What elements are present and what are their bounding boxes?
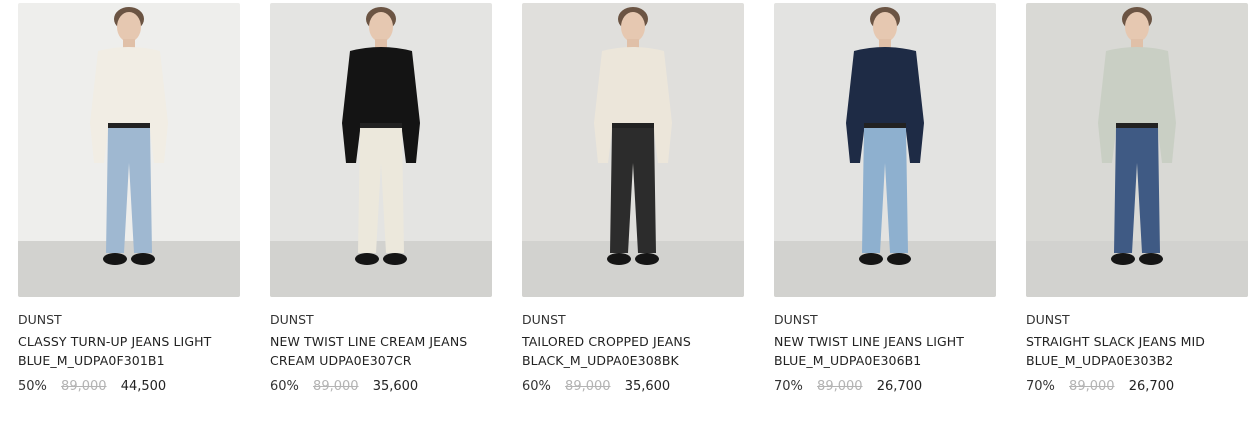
discount-percent: 60% (522, 379, 551, 394)
discount-percent: 70% (1026, 379, 1055, 394)
original-price: 89,000 (817, 379, 863, 394)
brand-name[interactable]: DUNST (1026, 311, 1248, 328)
product-card[interactable]: DUNST TAILORED CROPPED JEANS BLACK_M_UDP… (522, 3, 744, 395)
sale-price: 26,700 (1128, 379, 1175, 394)
product-card[interactable]: DUNST STRAIGHT SLACK JEANS MID BLUE_M_UD… (1026, 3, 1248, 395)
product-title-line-2: BLUE_M_UDPA0E306B1 (774, 353, 922, 368)
model-photo (18, 3, 240, 297)
discount-percent: 70% (774, 379, 803, 394)
discount-percent: 60% (270, 379, 299, 394)
model-photo (774, 3, 996, 297)
product-title-line-2: BLUE_M_UDPA0F301B1 (18, 353, 165, 368)
model-photo (522, 3, 744, 297)
product-title[interactable]: NEW TWIST LINE CREAM JEANS CREAM UDPA0E3… (270, 332, 510, 370)
product-title-line-1: NEW TWIST LINE JEANS LIGHT (774, 334, 965, 349)
brand-name[interactable]: DUNST (522, 311, 744, 328)
model-photo (270, 3, 492, 297)
original-price: 89,000 (61, 379, 107, 394)
product-title-line-1: STRAIGHT SLACK JEANS MID (1026, 334, 1205, 349)
price-row: 60% 89,000 35,600 (270, 378, 492, 395)
sale-price: 44,500 (120, 379, 167, 394)
product-title[interactable]: CLASSY TURN-UP JEANS LIGHT BLUE_M_UDPA0F… (18, 332, 258, 370)
price-row: 70% 89,000 26,700 (1026, 378, 1248, 395)
price-row: 60% 89,000 35,600 (522, 378, 744, 395)
discount-percent: 50% (18, 379, 47, 394)
product-title[interactable]: TAILORED CROPPED JEANS BLACK_M_UDPA0E308… (522, 332, 762, 370)
sale-price: 35,600 (624, 379, 671, 394)
product-image[interactable] (18, 3, 240, 297)
product-title-line-2: BLUE_M_UDPA0E303B2 (1026, 353, 1174, 368)
price-row: 50% 89,000 44,500 (18, 378, 240, 395)
original-price: 89,000 (1069, 379, 1115, 394)
product-image[interactable] (522, 3, 744, 297)
product-title-line-1: CLASSY TURN-UP JEANS LIGHT (18, 334, 212, 349)
product-title-line-1: TAILORED CROPPED JEANS (522, 334, 691, 349)
product-image[interactable] (774, 3, 996, 297)
brand-name[interactable]: DUNST (18, 311, 240, 328)
product-title-line-2: BLACK_M_UDPA0E308BK (522, 353, 679, 368)
original-price: 89,000 (565, 379, 611, 394)
brand-name[interactable]: DUNST (774, 311, 996, 328)
product-card[interactable]: DUNST CLASSY TURN-UP JEANS LIGHT BLUE_M_… (18, 3, 240, 395)
sale-price: 26,700 (876, 379, 923, 394)
product-card[interactable]: DUNST NEW TWIST LINE JEANS LIGHT BLUE_M_… (774, 3, 996, 395)
sale-price: 35,600 (372, 379, 419, 394)
product-title[interactable]: STRAIGHT SLACK JEANS MID BLUE_M_UDPA0E30… (1026, 332, 1254, 370)
brand-name[interactable]: DUNST (270, 311, 492, 328)
product-image[interactable] (1026, 3, 1248, 297)
original-price: 89,000 (313, 379, 359, 394)
product-title[interactable]: NEW TWIST LINE JEANS LIGHT BLUE_M_UDPA0E… (774, 332, 1014, 370)
product-title-line-2: CREAM UDPA0E307CR (270, 353, 412, 368)
product-card[interactable]: DUNST NEW TWIST LINE CREAM JEANS CREAM U… (270, 3, 492, 395)
product-image[interactable] (270, 3, 492, 297)
price-row: 70% 89,000 26,700 (774, 378, 996, 395)
product-title-line-1: NEW TWIST LINE CREAM JEANS (270, 334, 468, 349)
model-photo (1026, 3, 1248, 297)
